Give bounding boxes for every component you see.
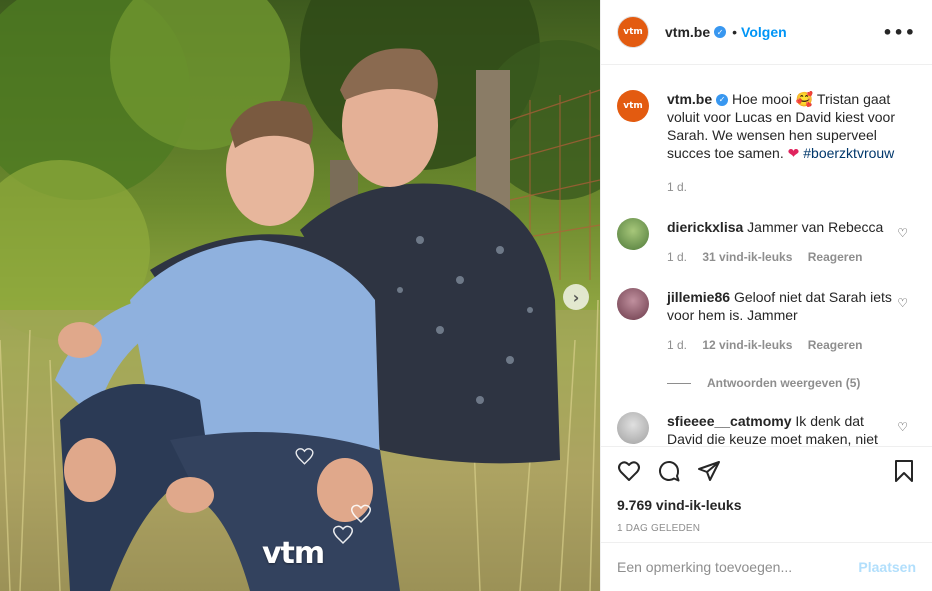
bookmark-icon[interactable] xyxy=(892,459,916,483)
verified-badge-icon: ✓ xyxy=(716,94,729,107)
follow-button[interactable]: Volgen xyxy=(741,24,787,40)
comment-item: dierickxlisa Jammer van Rebecca 1 d. 31 … xyxy=(617,218,916,266)
post-side-panel: vtm vtm.be ✓ • Volgen ••• vtm vtm.be ✓ Ho… xyxy=(600,0,932,591)
caption-body: vtm.be ✓ Hoe mooi 🥰 Tristan gaat voluit v… xyxy=(667,90,916,196)
reply-button[interactable]: Reageren xyxy=(808,338,863,352)
like-comment-heart-icon[interactable]: ♡ xyxy=(897,226,908,240)
post-photo[interactable]: › vtm xyxy=(0,0,600,591)
comment-item: jillemie86 Geloof niet dat Sarah iets vo… xyxy=(617,288,916,354)
comment-time[interactable]: 1 d. xyxy=(667,338,687,352)
next-photo-button[interactable]: › xyxy=(563,284,589,310)
comment-text: Jammer van Rebecca xyxy=(747,219,884,235)
heart-icon[interactable] xyxy=(617,459,641,483)
comment-time[interactable]: 1 d. xyxy=(667,250,687,264)
post-timestamp[interactable]: 1 DAG GELEDEN xyxy=(617,523,916,534)
comment-input[interactable] xyxy=(617,559,859,575)
verified-badge-icon: ✓ xyxy=(714,26,727,38)
caption-avatar[interactable]: vtm xyxy=(617,90,649,122)
commenter-avatar[interactable] xyxy=(617,412,649,444)
account-username[interactable]: vtm.be xyxy=(665,24,710,40)
view-replies-button[interactable]: Antwoorden weergeven (5) xyxy=(667,376,916,390)
comment-likes[interactable]: 12 vind-ik-leuks xyxy=(702,338,792,352)
like-comment-heart-icon[interactable]: ♡ xyxy=(897,296,908,310)
caption-meta: 1 d. xyxy=(667,178,916,196)
post-header: vtm vtm.be ✓ • Volgen ••• xyxy=(601,0,932,65)
likes-count[interactable]: 9.769 vind-ik-leuks xyxy=(617,497,916,513)
comment-body: sfieeee__catmomy Ik denk dat David die k… xyxy=(667,412,897,446)
photo-illustration xyxy=(0,0,600,591)
view-replies-label: Antwoorden weergeven (5) xyxy=(707,376,861,390)
caption: vtm vtm.be ✓ Hoe mooi 🥰 Tristan gaat volu… xyxy=(617,90,916,196)
commenter-avatar[interactable] xyxy=(617,288,649,320)
comment-username[interactable]: sfieeee__catmomy xyxy=(667,413,792,429)
separator-dot: • xyxy=(732,24,738,40)
comment-username[interactable]: jillemie86 xyxy=(667,289,730,305)
share-icon[interactable] xyxy=(697,459,721,483)
commenter-avatar[interactable] xyxy=(617,218,649,250)
comment-likes[interactable]: 31 vind-ik-leuks xyxy=(702,250,792,264)
comment-body: dierickxlisa Jammer van Rebecca 1 d. 31 … xyxy=(667,218,897,266)
replies-divider xyxy=(667,382,691,384)
more-options-icon[interactable]: ••• xyxy=(882,23,916,42)
comment-meta: 1 d. 31 vind-ik-leuks Reageren xyxy=(667,248,897,266)
vtm-watermark-logo: vtm xyxy=(262,536,325,571)
comment-icon[interactable] xyxy=(657,459,681,483)
post-actions: 9.769 vind-ik-leuks 1 DAG GELEDEN xyxy=(601,446,932,534)
hashtag-link[interactable]: #boerzktvrouw xyxy=(803,145,894,161)
smiling-face-hearts-icon: 🥰 xyxy=(795,91,814,107)
comment-meta: 1 d. 12 vind-ik-leuks Reageren xyxy=(667,336,897,354)
reply-button[interactable]: Reageren xyxy=(808,250,863,264)
comment-username[interactable]: dierickxlisa xyxy=(667,219,743,235)
caption-username[interactable]: vtm.be xyxy=(667,91,712,107)
add-comment-bar: Plaatsen xyxy=(601,542,932,591)
caption-time[interactable]: 1 d. xyxy=(667,180,687,194)
post-comment-button[interactable]: Plaatsen xyxy=(858,559,916,575)
action-icons xyxy=(617,457,916,485)
account-avatar[interactable]: vtm xyxy=(617,16,649,48)
comment-item: sfieeee__catmomy Ik denk dat David die k… xyxy=(617,412,916,446)
like-comment-heart-icon[interactable]: ♡ xyxy=(897,420,908,434)
caption-text-1: Hoe mooi xyxy=(732,91,792,107)
red-heart-icon: ❤ xyxy=(787,145,800,161)
comment-body: jillemie86 Geloof niet dat Sarah iets vo… xyxy=(667,288,897,354)
chevron-right-icon: › xyxy=(572,287,580,307)
comments-list[interactable]: vtm vtm.be ✓ Hoe mooi 🥰 Tristan gaat volu… xyxy=(601,66,932,446)
